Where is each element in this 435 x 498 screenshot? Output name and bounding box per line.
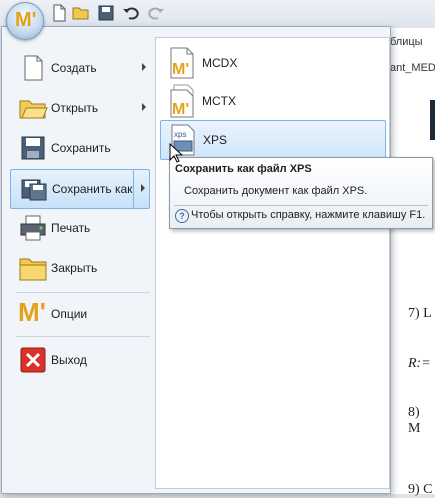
doc-line: 7) L <box>408 306 432 321</box>
menu-item-label: Опции <box>51 307 88 321</box>
close-folder-icon <box>19 258 47 281</box>
open-folder-icon[interactable] <box>72 4 90 22</box>
application-menu: Создать Открыть Сохранить Сохранить как <box>1 26 391 494</box>
quick-access-toolbar <box>0 0 435 28</box>
printer-icon <box>20 215 46 241</box>
menu-item-print[interactable]: Печать <box>10 209 150 247</box>
submenu-item-label: XPS <box>203 133 228 147</box>
submenu-arrow-icon <box>142 63 146 71</box>
menu-item-label: Выход <box>51 353 87 367</box>
mcdx-file-icon: M' <box>170 47 194 79</box>
redo-icon[interactable] <box>147 4 165 22</box>
menu-item-label: Создать <box>51 61 97 75</box>
new-file-icon <box>24 55 43 81</box>
tooltip-title: Сохранить как файл XPS <box>175 163 312 175</box>
app-menu-button[interactable]: M' <box>6 2 44 40</box>
submenu-item-label: MCTX <box>202 94 236 108</box>
submenu-arrow-icon <box>142 103 146 111</box>
menu-separator <box>16 292 150 293</box>
menu-item-label: Открыть <box>51 101 99 115</box>
tooltip-help: Чтобы открыть справку, нажмите клавишу F… <box>191 209 426 221</box>
doc-line: R:= <box>408 356 431 371</box>
menu-item-save[interactable]: Сохранить <box>10 129 150 167</box>
svg-text:M': M' <box>172 101 189 118</box>
menu-item-close[interactable]: Закрыть <box>10 249 150 287</box>
svg-text:xps: xps <box>174 130 186 139</box>
menu-item-label: Печать <box>51 221 91 235</box>
submenu-arrow-icon[interactable] <box>141 184 145 192</box>
app-logo-icon: M' <box>15 9 37 31</box>
document-heading-fragment <box>430 100 435 140</box>
menu-item-options[interactable]: M' Опции <box>10 295 150 333</box>
menu-item-label: Сохранить <box>51 141 111 155</box>
file-tab-fragment[interactable]: ant_MED <box>390 62 435 74</box>
tooltip-divider <box>174 205 428 206</box>
svg-text:M': M' <box>172 61 189 78</box>
save-icon[interactable] <box>97 4 115 22</box>
menu-commands: Создать Открыть Сохранить Сохранить как <box>10 37 152 485</box>
menu-separator <box>16 336 150 337</box>
menu-item-exit[interactable]: Выход <box>10 341 150 379</box>
submenu-item-xps[interactable]: xps XPS <box>160 120 386 160</box>
submenu-item-mctx[interactable]: M' MCTX <box>160 82 384 120</box>
help-icon: ? <box>175 209 189 223</box>
options-m-icon: M' <box>18 297 46 327</box>
save-as-icon <box>21 179 47 201</box>
mctx-file-icon: M' <box>170 84 194 118</box>
mouse-cursor-icon <box>169 143 183 163</box>
menu-item-save-as[interactable]: Сохранить как <box>10 169 150 209</box>
exit-icon <box>20 347 46 373</box>
save-as-submenu: M' MCDX M' MCTX xps XPS <box>155 37 390 489</box>
doc-line: 8) M <box>408 405 421 436</box>
menu-item-open[interactable]: Открыть <box>10 89 150 127</box>
new-file-icon[interactable] <box>50 4 68 22</box>
submenu-item-mcdx[interactable]: M' MCDX <box>160 44 384 82</box>
ribbon-tab-fragment[interactable]: блицы <box>390 36 423 48</box>
open-folder-icon <box>19 100 48 119</box>
split-divider <box>133 170 134 208</box>
menu-item-label: Закрыть <box>51 261 98 275</box>
tooltip-description: Сохранить документ как файл XPS. <box>184 185 368 197</box>
menu-item-create[interactable]: Создать <box>10 49 150 87</box>
menu-item-label: Сохранить как <box>52 182 133 196</box>
save-icon <box>21 136 45 160</box>
doc-line: 9) C <box>408 482 433 497</box>
tooltip: Сохранить как файл XPS Сохранить докумен… <box>169 157 433 229</box>
undo-icon[interactable] <box>122 4 140 22</box>
submenu-item-label: MCDX <box>202 56 238 70</box>
